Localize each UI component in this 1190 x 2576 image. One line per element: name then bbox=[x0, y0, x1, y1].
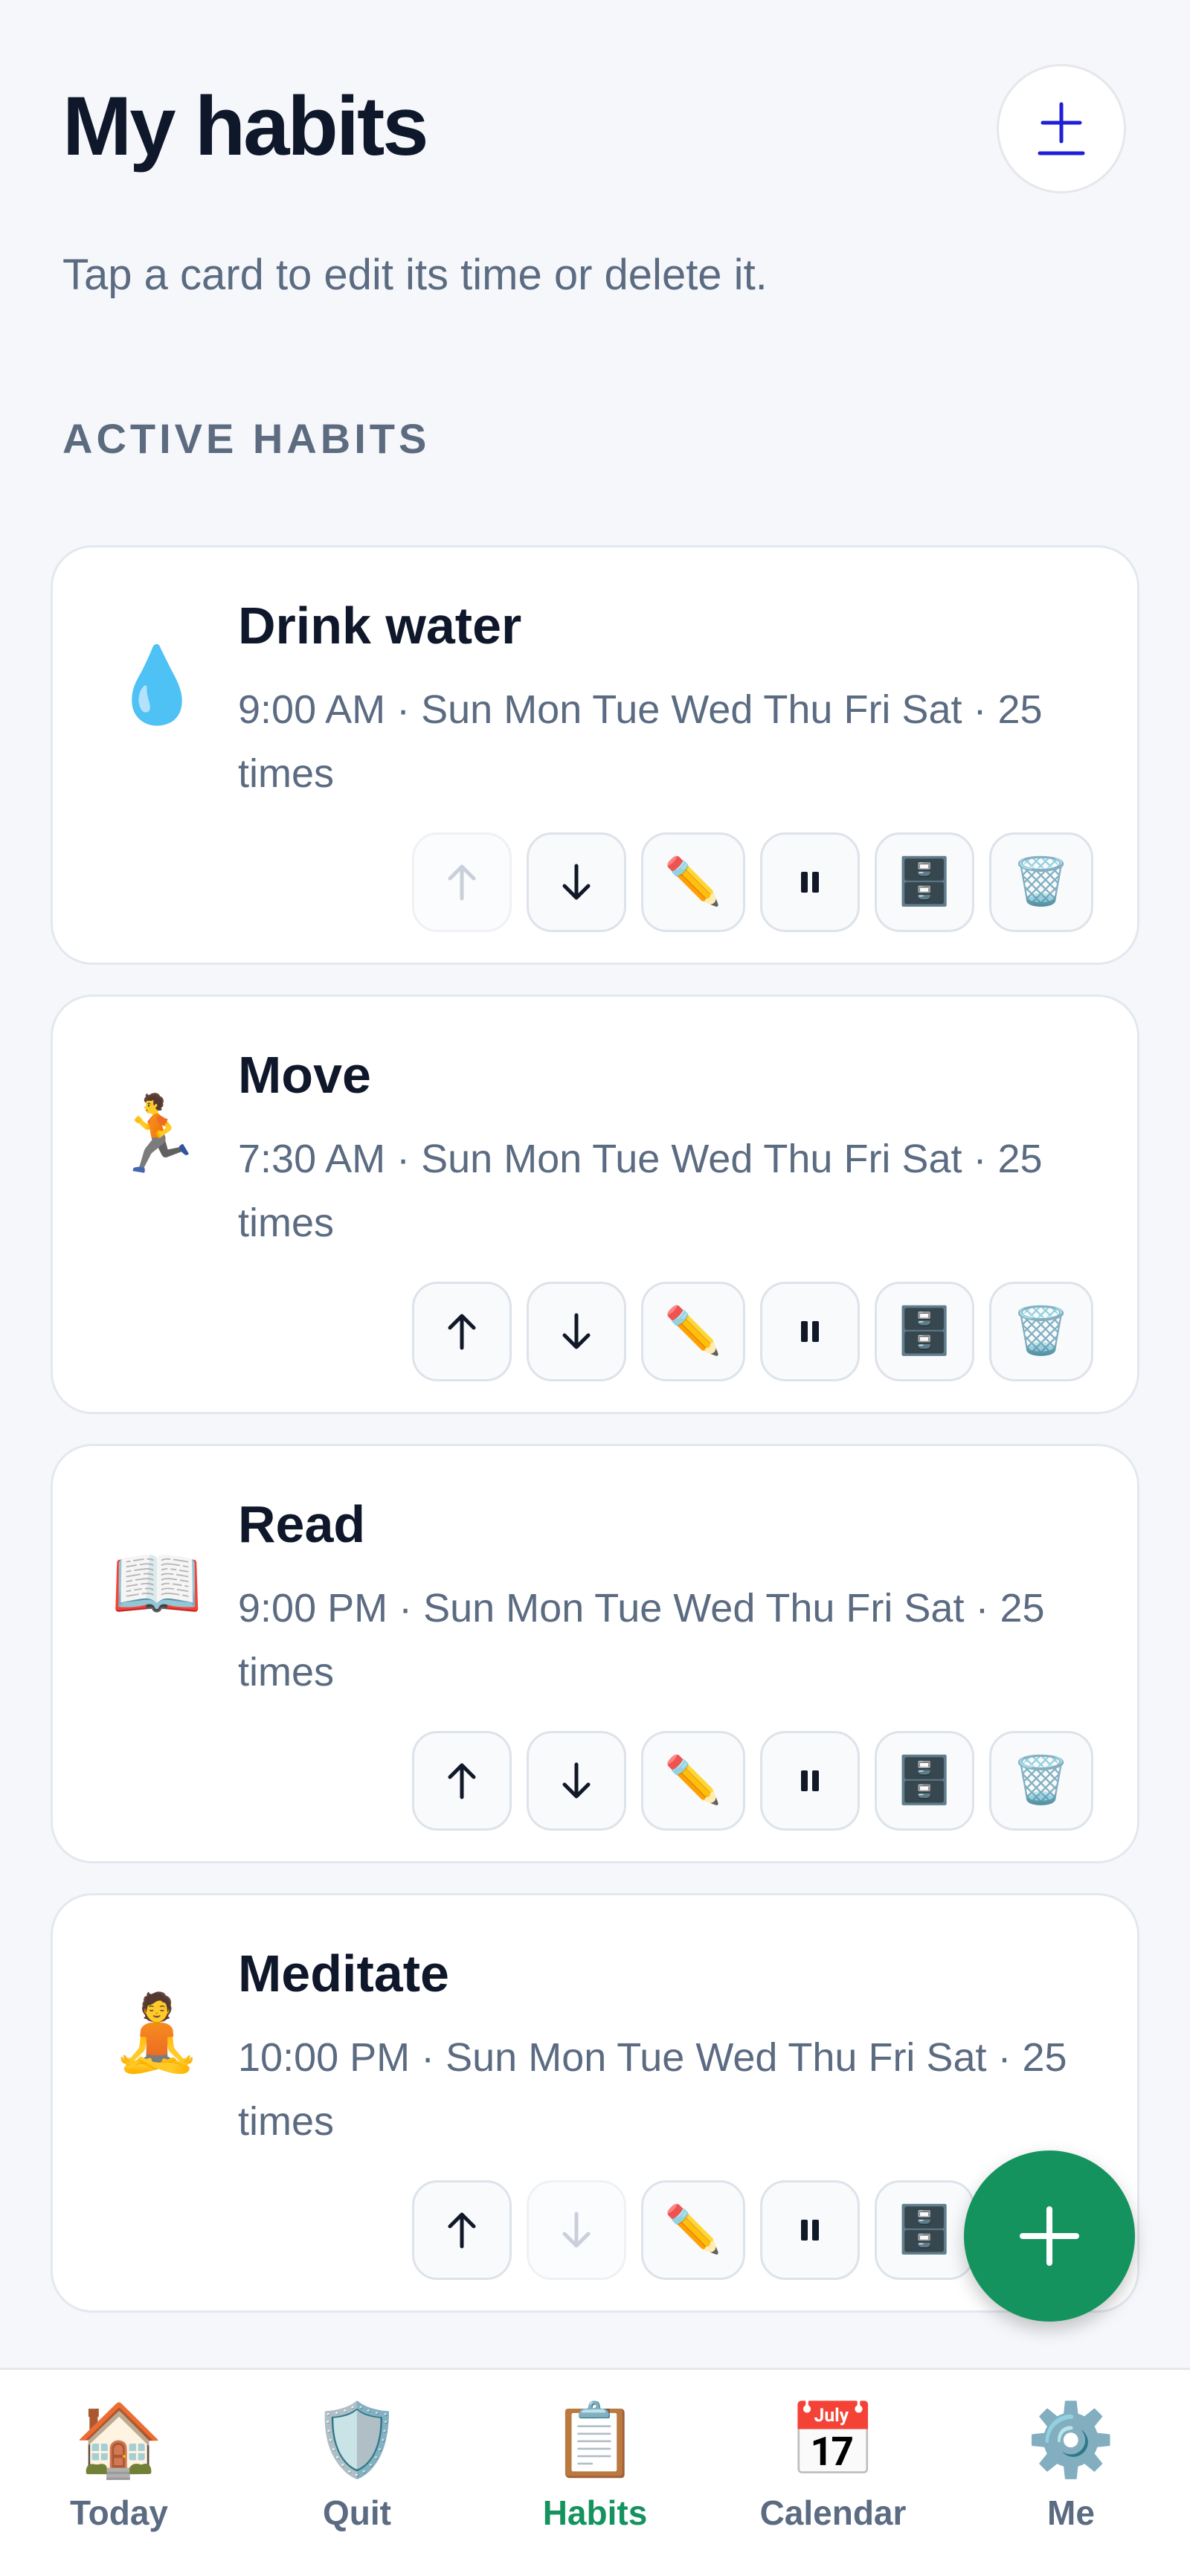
habit-schedule: 10:00 PM · Sun Mon Tue Wed Thu Fri Sat ·… bbox=[238, 2035, 1067, 2144]
move-down-button[interactable] bbox=[527, 1731, 626, 1831]
habit-actions: ✏️ 🗄️ 🗑️ bbox=[412, 832, 1093, 932]
habit-name: Meditate bbox=[238, 1944, 449, 2002]
move-up-button[interactable] bbox=[412, 2180, 512, 2280]
habit-card-drink-water[interactable]: 💧 Drink water 9:00 AM · Sun Mon Tue Wed … bbox=[51, 545, 1139, 965]
file-cabinet-icon: 🗄️ bbox=[895, 1305, 953, 1357]
nav-label: Habits bbox=[542, 2493, 648, 2532]
pause-icon bbox=[801, 1321, 819, 1342]
plus-icon bbox=[1020, 2206, 1079, 2266]
bottom-nav: 🏠 Today 🛡️ Quit 📋 Habits 📅 Calendar ⚙️ M… bbox=[0, 2368, 1190, 2576]
nav-item-me[interactable]: ⚙️ Me bbox=[974, 2400, 1168, 2563]
nav-item-habits[interactable]: 📋 Habits bbox=[498, 2400, 692, 2563]
arrow-up-icon bbox=[448, 2212, 476, 2249]
arrow-down-icon bbox=[562, 1762, 591, 1799]
pause-button[interactable] bbox=[760, 1282, 860, 1381]
move-up-button[interactable] bbox=[412, 1282, 512, 1381]
habit-actions: ✏️ 🗄️ 🗑️ bbox=[412, 1282, 1093, 1381]
move-up-button[interactable] bbox=[412, 1731, 512, 1831]
habit-schedule: 9:00 AM · Sun Mon Tue Wed Thu Fri Sat · … bbox=[238, 687, 1043, 796]
pause-button[interactable] bbox=[760, 1731, 860, 1831]
trash-icon: 🗑️ bbox=[1012, 1305, 1070, 1357]
arrow-up-icon bbox=[448, 1314, 476, 1350]
nav-item-calendar[interactable]: 📅 Calendar bbox=[736, 2400, 930, 2563]
runner-icon: 🏃 bbox=[110, 1093, 204, 1176]
plus-icon bbox=[1038, 102, 1085, 155]
archive-button[interactable]: 🗄️ bbox=[875, 832, 974, 932]
edit-button[interactable]: ✏️ bbox=[641, 1282, 745, 1381]
habit-name: Drink water bbox=[238, 597, 522, 655]
delete-button[interactable]: 🗑️ bbox=[989, 832, 1093, 932]
pause-icon bbox=[801, 1770, 819, 1791]
nav-label: Today bbox=[69, 2493, 169, 2532]
pencil-icon: ✏️ bbox=[664, 1755, 722, 1806]
arrow-up-icon bbox=[448, 864, 476, 901]
nav-item-quit[interactable]: 🛡️ Quit bbox=[260, 2400, 454, 2563]
pause-button[interactable] bbox=[760, 832, 860, 932]
file-cabinet-icon: 🗄️ bbox=[895, 2204, 953, 2255]
calendar-icon: 📅 bbox=[788, 2400, 878, 2480]
file-cabinet-icon: 🗄️ bbox=[895, 856, 953, 908]
nav-label: Calendar bbox=[759, 2493, 907, 2532]
gear-icon: ⚙️ bbox=[1026, 2400, 1116, 2480]
habit-schedule: 9:00 PM · Sun Mon Tue Wed Thu Fri Sat · … bbox=[238, 1586, 1045, 1695]
edit-button[interactable]: ✏️ bbox=[641, 832, 745, 932]
habit-name: Read bbox=[238, 1495, 366, 1553]
clipboard-icon: 📋 bbox=[550, 2400, 640, 2480]
arrow-down-icon bbox=[562, 864, 591, 900]
arrow-down-icon bbox=[562, 2212, 591, 2248]
delete-button[interactable]: 🗑️ bbox=[989, 1282, 1093, 1381]
edit-button[interactable]: ✏️ bbox=[641, 1731, 745, 1831]
trash-icon: 🗑️ bbox=[1012, 1755, 1070, 1806]
move-down-button[interactable] bbox=[527, 2180, 626, 2280]
add-habit-button[interactable] bbox=[997, 64, 1126, 193]
move-down-button[interactable] bbox=[527, 1282, 626, 1381]
nav-label: Quit bbox=[323, 2493, 391, 2532]
habit-card-move[interactable]: 🏃 Move 7:30 AM · Sun Mon Tue Wed Thu Fri… bbox=[51, 995, 1139, 1414]
arrow-down-icon bbox=[562, 1313, 591, 1349]
pause-icon bbox=[801, 2220, 819, 2241]
habit-actions: ✏️ 🗄️ 🗑️ bbox=[412, 1731, 1093, 1831]
meditation-icon: 🧘 bbox=[110, 1991, 204, 2075]
edit-button[interactable]: ✏️ bbox=[641, 2180, 745, 2280]
habit-schedule: 7:30 AM · Sun Mon Tue Wed Thu Fri Sat · … bbox=[238, 1137, 1043, 1245]
move-up-button[interactable] bbox=[412, 832, 512, 932]
file-cabinet-icon: 🗄️ bbox=[895, 1755, 953, 1806]
habits-screen: My habits Tap a card to edit its time or… bbox=[0, 0, 1190, 2576]
nav-item-today[interactable]: 🏠 Today bbox=[22, 2400, 216, 2563]
page-title: My habits bbox=[62, 80, 429, 173]
archive-button[interactable]: 🗄️ bbox=[875, 1282, 974, 1381]
archive-button[interactable]: 🗄️ bbox=[875, 1731, 974, 1831]
house-icon: 🏠 bbox=[74, 2400, 164, 2480]
delete-button[interactable]: 🗑️ bbox=[989, 1731, 1093, 1831]
section-title-active-habits: ACTIVE HABITS bbox=[62, 415, 431, 462]
open-book-icon: 📖 bbox=[110, 1542, 204, 1625]
habit-name: Move bbox=[238, 1046, 371, 1104]
shield-icon: 🛡️ bbox=[312, 2400, 402, 2480]
habit-card-read[interactable]: 📖 Read 9:00 PM · Sun Mon Tue Wed Thu Fri… bbox=[51, 1444, 1139, 1863]
pause-button[interactable] bbox=[760, 2180, 860, 2280]
nav-label: Me bbox=[1047, 2493, 1095, 2532]
move-down-button[interactable] bbox=[527, 832, 626, 932]
trash-icon: 🗑️ bbox=[1012, 856, 1070, 908]
pencil-icon: ✏️ bbox=[664, 856, 722, 908]
pause-icon bbox=[801, 872, 819, 893]
floating-add-button[interactable] bbox=[964, 2151, 1135, 2322]
archive-button[interactable]: 🗄️ bbox=[875, 2180, 974, 2280]
pencil-icon: ✏️ bbox=[664, 1305, 722, 1357]
water-drop-icon: 💧 bbox=[110, 643, 204, 727]
habit-actions: ✏️ 🗄️ bbox=[412, 2180, 974, 2280]
arrow-up-icon bbox=[448, 1763, 476, 1799]
pencil-icon: ✏️ bbox=[664, 2204, 722, 2255]
page-subtitle: Tap a card to edit its time or delete it… bbox=[62, 251, 768, 299]
